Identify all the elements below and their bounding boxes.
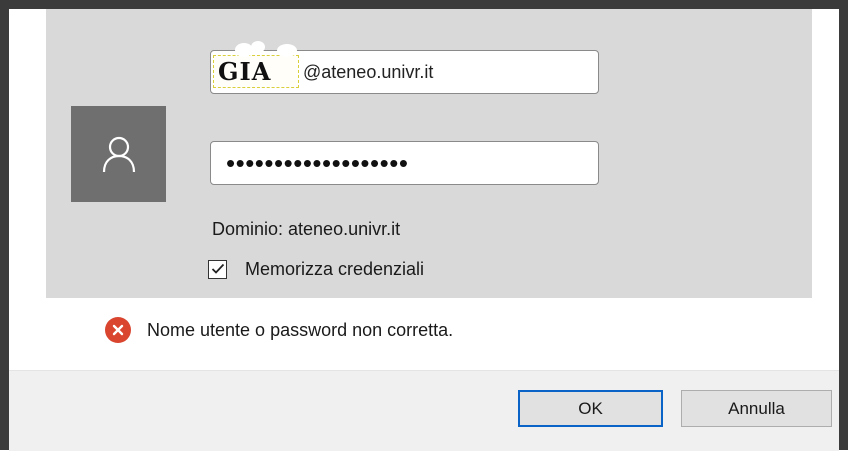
redaction-bubble [251, 41, 265, 53]
error-message: Nome utente o password non corretta. [147, 319, 454, 340]
user-icon [102, 136, 135, 173]
password-field[interactable]: ••••••••••••••••••• [210, 141, 599, 185]
redaction-bubble [277, 44, 297, 57]
cancel-button[interactable]: Annulla [681, 390, 832, 427]
password-masked-value: ••••••••••••••••••• [226, 148, 409, 178]
remember-credentials-label: Memorizza credenziali [245, 258, 425, 279]
checkmark-icon [211, 263, 224, 274]
error-icon [105, 317, 131, 343]
username-domain-text: @ateneo.univr.it [303, 62, 434, 82]
username-field[interactable]: GIA @ateneo.univr.it [210, 41, 599, 94]
username-redaction-box: GIA [213, 55, 299, 88]
domain-label: Dominio: ateneo.univr.it [212, 219, 401, 239]
avatar [71, 106, 166, 202]
error-row: Nome utente o password non corretta. [105, 317, 453, 343]
ok-button[interactable]: OK [518, 390, 663, 427]
remember-credentials-row[interactable]: Memorizza credenziali [208, 256, 424, 282]
remember-credentials-checkbox[interactable] [208, 259, 227, 279]
